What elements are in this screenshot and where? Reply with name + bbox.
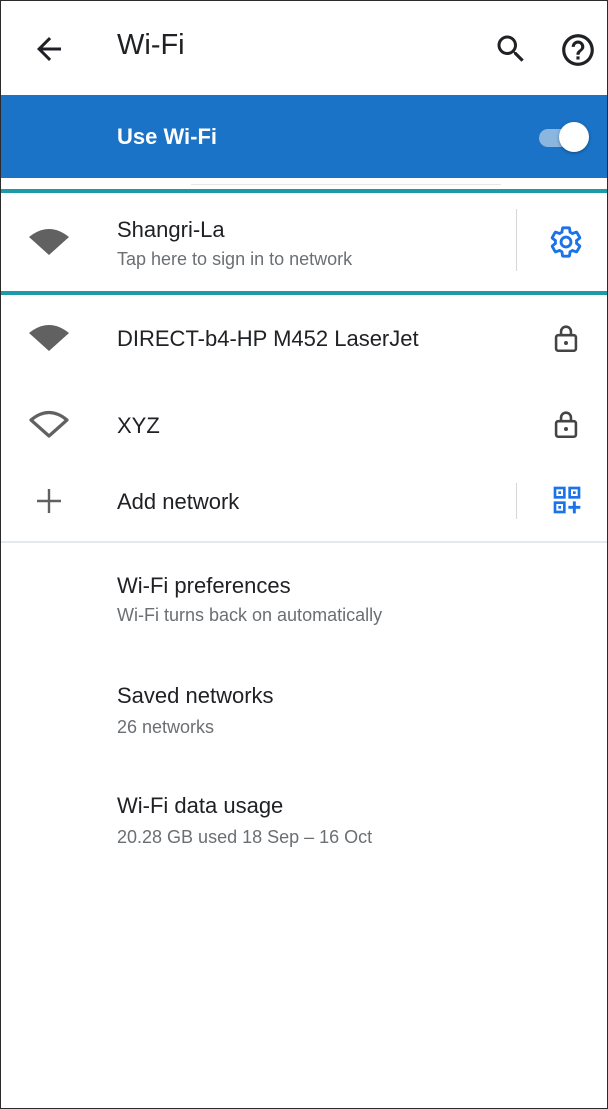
use-wifi-label: Use Wi-Fi — [117, 124, 218, 149]
network-row-xyz[interactable]: XYZ — [1, 381, 607, 467]
network-name: XYZ — [117, 413, 160, 438]
network-row-direct[interactable]: DIRECT-b4-HP M452 LaserJet — [1, 297, 607, 379]
setting-title: Wi-Fi preferences — [117, 573, 291, 598]
switch-thumb — [559, 122, 589, 152]
row-divider — [516, 483, 517, 519]
row-divider — [516, 209, 517, 271]
setting-summary: Wi-Fi turns back on automatically — [117, 605, 383, 625]
use-wifi-toggle-row[interactable]: Use Wi-Fi — [1, 95, 607, 178]
divider — [191, 184, 501, 185]
wifi-toggle-switch[interactable] — [537, 121, 593, 153]
search-icon[interactable] — [493, 31, 529, 67]
lock-icon — [549, 407, 583, 441]
network-status: Tap here to sign in to network — [117, 249, 353, 269]
page-title: Wi-Fi — [117, 29, 185, 61]
qr-code-scan-icon[interactable] — [551, 484, 585, 518]
wifi-preferences-item[interactable]: Wi-Fi preferences Wi-Fi turns back on au… — [1, 553, 607, 647]
help-icon[interactable] — [559, 31, 597, 69]
wifi-settings-screen: Wi-Fi Use Wi-Fi Shangri-La Tap here to s… — [0, 0, 608, 1109]
setting-summary: 26 networks — [117, 717, 215, 737]
setting-title: Wi-Fi data usage — [117, 793, 284, 818]
setting-summary: 20.28 GB used 18 Sep – 16 Oct — [117, 827, 373, 847]
top-app-bar: Wi-Fi — [1, 1, 607, 95]
network-name: DIRECT-b4-HP M452 LaserJet — [117, 326, 419, 351]
back-arrow-icon[interactable] — [31, 31, 67, 67]
add-network-row[interactable]: Add network — [1, 467, 607, 539]
network-name: Shangri-La — [117, 217, 225, 242]
highlight-line-bottom — [1, 291, 607, 295]
network-row-shangri-la[interactable]: Shangri-La Tap here to sign in to networ… — [1, 193, 607, 291]
add-network-label: Add network — [117, 489, 240, 514]
saved-networks-item[interactable]: Saved networks 26 networks — [1, 661, 607, 755]
setting-title: Saved networks — [117, 683, 274, 708]
wifi-data-usage-item[interactable]: Wi-Fi data usage 20.28 GB used 18 Sep – … — [1, 771, 607, 865]
wifi-full-icon — [27, 225, 71, 261]
lock-icon — [549, 321, 583, 355]
plus-icon — [33, 485, 65, 517]
section-divider — [1, 541, 607, 543]
wifi-full-icon — [27, 321, 71, 357]
wifi-outline-icon — [27, 407, 71, 443]
gear-icon[interactable] — [549, 225, 583, 259]
